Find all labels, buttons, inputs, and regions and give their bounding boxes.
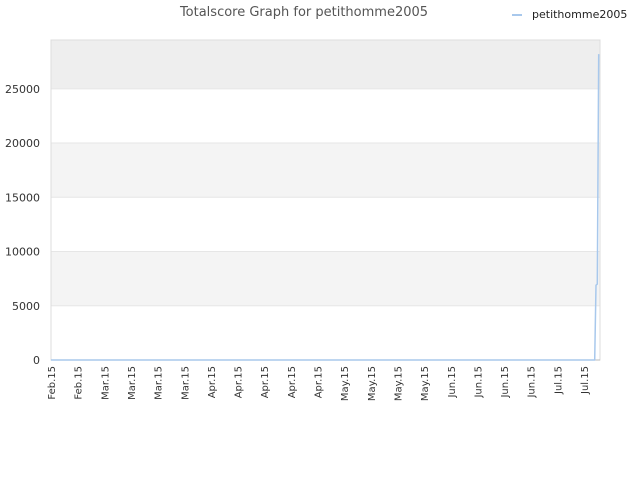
x-tick-label: Jul.15 bbox=[553, 366, 564, 395]
x-tick-label: Jun.15 bbox=[447, 366, 458, 399]
grid-band bbox=[51, 143, 600, 198]
x-tick-label: Jun.15 bbox=[473, 366, 484, 399]
x-tick-label: Mar.15 bbox=[154, 366, 165, 400]
chart-title: Totalscore Graph for petithomme2005 bbox=[179, 5, 428, 20]
x-axis-ticks: Feb.15 Feb.15 Mar.15 Mar.15 Mar.15 Mar.15 Apr.… bbox=[47, 366, 591, 401]
x-tick-label: Apr.15 bbox=[260, 366, 271, 398]
grid-band bbox=[51, 88, 600, 144]
y-tick-label: 0 bbox=[33, 354, 40, 367]
grid-band bbox=[51, 40, 600, 89]
y-tick-label: 25000 bbox=[5, 83, 40, 96]
x-tick-label: Jun.15 bbox=[500, 366, 511, 399]
y-tick-label: 20000 bbox=[5, 137, 40, 150]
legend[interactable]: petithomme2005 bbox=[512, 8, 627, 21]
x-tick-label: Apr.15 bbox=[287, 366, 298, 398]
x-tick-label: Mar.15 bbox=[100, 366, 111, 400]
x-tick-label: May.15 bbox=[340, 366, 351, 401]
grid-band bbox=[51, 197, 600, 252]
x-tick-label: May.15 bbox=[367, 366, 378, 401]
legend-label: petithomme2005 bbox=[532, 8, 627, 21]
x-tick-label: Apr.15 bbox=[314, 366, 325, 398]
x-tick-label: Jun.15 bbox=[527, 366, 538, 399]
grid-band bbox=[51, 251, 600, 306]
x-tick-label: Apr.15 bbox=[234, 366, 245, 398]
chart: 0 5000 10000 15000 20000 25000 Feb.15 Feb.15 Ma… bbox=[5, 5, 627, 401]
y-tick-label: 15000 bbox=[5, 191, 40, 204]
x-tick-label: Mar.15 bbox=[127, 366, 138, 400]
x-tick-label: Jul.15 bbox=[580, 366, 591, 395]
y-tick-label: 5000 bbox=[12, 300, 40, 313]
x-tick-label: Feb.15 bbox=[47, 366, 58, 400]
x-tick-label: Apr.15 bbox=[207, 366, 218, 398]
x-tick-label: Mar.15 bbox=[180, 366, 191, 400]
x-tick-label: May.15 bbox=[393, 366, 404, 401]
y-axis-ticks: 0 5000 10000 15000 20000 25000 bbox=[5, 83, 40, 367]
grid-band bbox=[51, 305, 600, 360]
y-tick-label: 10000 bbox=[5, 246, 40, 259]
grid-bands bbox=[51, 40, 600, 360]
x-tick-label: May.15 bbox=[420, 366, 431, 401]
x-tick-label: Feb.15 bbox=[74, 366, 85, 400]
